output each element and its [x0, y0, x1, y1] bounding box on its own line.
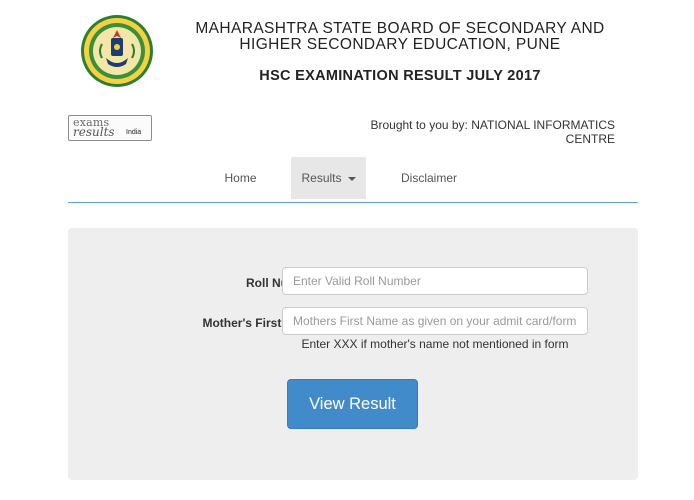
- mother-name-hint: Enter XXX if mother's name not mentioned…: [301, 337, 569, 351]
- credit-text: Brought to you by: NATIONAL INFORMATICS …: [370, 118, 615, 146]
- logo-text-results: results: [73, 125, 115, 139]
- nav-divider: [68, 202, 638, 203]
- exams-results-india-logo[interactable]: exams results India: [68, 115, 152, 141]
- main-nav: Home Results Disclaimer: [68, 157, 638, 199]
- logo-text-india: India: [126, 129, 142, 136]
- nav-disclaimer-label: Disclaimer: [400, 171, 457, 185]
- nav-results-label: Results: [301, 171, 342, 185]
- result-page: MAHARASHTRA STATE BOARD OF SECONDARY AND…: [0, 0, 694, 500]
- result-form-panel: Roll Number:* Mother's First Name:* Ente…: [68, 228, 638, 480]
- caret-down-icon: [347, 176, 356, 181]
- board-title: MAHARASHTRA STATE BOARD OF SECONDARY AND…: [195, 20, 605, 53]
- roll-number-input[interactable]: [282, 267, 588, 295]
- mother-name-input[interactable]: [282, 307, 588, 335]
- view-result-button[interactable]: View Result: [287, 379, 418, 429]
- nav-results-dropdown[interactable]: Results: [291, 157, 366, 199]
- board-seal-logo: [81, 15, 153, 87]
- nav-disclaimer[interactable]: Disclaimer: [398, 157, 460, 199]
- exam-title: HSC EXAMINATION RESULT JULY 2017: [259, 68, 541, 84]
- nav-home[interactable]: Home: [218, 157, 263, 199]
- nav-home-label: Home: [224, 171, 257, 185]
